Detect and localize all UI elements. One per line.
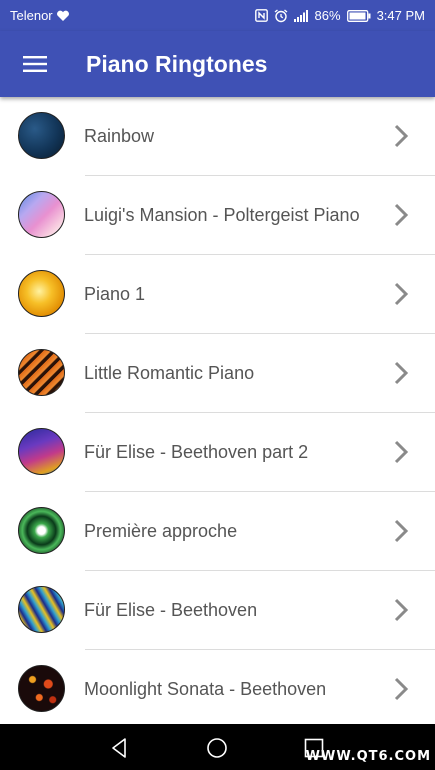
ringtone-item[interactable]: Première approche — [0, 492, 435, 571]
ringtone-thumbnail — [18, 665, 65, 712]
watermark: WWW.QT6.COM — [305, 749, 431, 764]
chevron-right-icon — [394, 440, 409, 464]
ringtone-item[interactable]: Rainbow — [0, 97, 435, 176]
home-icon[interactable] — [206, 737, 228, 759]
status-icons: 86% 3:47 PM — [254, 8, 425, 23]
ringtone-thumbnail — [18, 349, 65, 396]
ringtone-title: Little Romantic Piano — [84, 363, 255, 383]
chevron-right-icon — [394, 598, 409, 622]
ringtone-thumbnail — [18, 586, 65, 633]
ringtone-list: Rainbow Luigi's Mansion - Poltergeist Pi… — [0, 97, 435, 724]
ringtone-item[interactable]: Piano 1 — [0, 255, 435, 334]
signal-icon — [293, 9, 309, 22]
ringtone-thumbnail — [18, 428, 65, 475]
ringtone-title: Für Elise - Beethoven — [84, 600, 258, 620]
ringtone-title: Für Elise - Beethoven part 2 — [84, 442, 309, 462]
ringtone-item[interactable]: Für Elise - Beethoven part 2 — [0, 413, 435, 492]
ringtone-item[interactable]: Für Elise - Beethoven — [0, 571, 435, 650]
ringtone-thumbnail — [18, 270, 65, 317]
carrier-name: Telenor — [10, 8, 53, 23]
chevron-right-icon — [394, 124, 409, 148]
heart-icon — [56, 10, 70, 22]
chevron-right-icon — [394, 677, 409, 701]
battery-percent: 86% — [314, 8, 341, 23]
system-nav-bar: WWW.QT6.COM — [0, 724, 435, 770]
carrier-group: Telenor — [10, 8, 70, 23]
alarm-icon — [274, 8, 288, 23]
chevron-right-icon — [394, 519, 409, 543]
ringtone-item[interactable]: Little Romantic Piano — [0, 334, 435, 413]
ringtone-title: Rainbow — [84, 126, 155, 146]
ringtone-title: Moonlight Sonata - Beethoven — [84, 679, 327, 699]
hamburger-menu-icon[interactable] — [20, 49, 50, 79]
chevron-right-icon — [394, 282, 409, 306]
battery-icon — [346, 9, 371, 22]
status-bar: Telenor 86% 3:47 PM — [0, 0, 435, 31]
app-bar: Piano Ringtones — [0, 31, 435, 97]
page-title: Piano Ringtones — [86, 50, 268, 77]
ringtone-thumbnail — [18, 191, 65, 238]
ringtone-item[interactable]: Moonlight Sonata - Beethoven — [0, 650, 435, 724]
ringtone-title: Première approche — [84, 521, 238, 541]
chevron-right-icon — [394, 361, 409, 385]
ringtone-title: Luigi's Mansion - Poltergeist Piano — [84, 205, 360, 225]
ringtone-title: Piano 1 — [84, 284, 146, 304]
chevron-right-icon — [394, 203, 409, 227]
clock: 3:47 PM — [376, 8, 425, 23]
ringtone-item[interactable]: Luigi's Mansion - Poltergeist Piano — [0, 176, 435, 255]
back-icon[interactable] — [109, 737, 131, 759]
nfc-icon — [254, 9, 268, 22]
ringtone-thumbnail — [18, 112, 65, 159]
ringtone-thumbnail — [18, 507, 65, 554]
